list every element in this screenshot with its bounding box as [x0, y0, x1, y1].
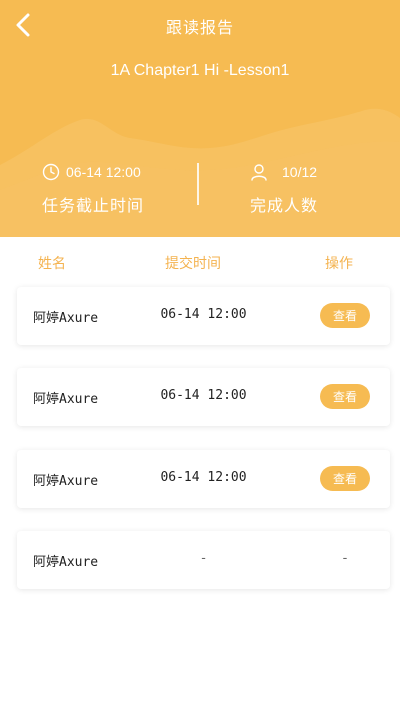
table-header: 姓名 提交时间 操作 [0, 253, 400, 275]
completion-value: 10/12 [282, 164, 318, 180]
completion-stat: 10/12 完成人数 [250, 160, 318, 216]
report-header: 跟读报告 1A Chapter1 Hi -Lesson1 06-14 12:00… [0, 0, 400, 237]
deadline-label: 任务截止时间 [42, 196, 145, 215]
column-header-name: 姓名 [38, 256, 66, 272]
table-row: 阿婷Axure - - [17, 531, 390, 589]
person-icon [251, 164, 267, 181]
column-header-time: 提交时间 [165, 256, 221, 272]
lesson-title: 1A Chapter1 Hi -Lesson1 [110, 62, 290, 79]
table-row: 阿婷Axure 06-14 12:00 查看 [17, 287, 390, 345]
deadline-stat: 06-14 12:00 任务截止时间 [42, 160, 144, 216]
view-button[interactable]: 查看 [320, 384, 370, 409]
table-row: 阿婷Axure 06-14 12:00 查看 [17, 368, 390, 426]
page-title: 跟读报告 [165, 18, 234, 37]
view-button[interactable]: 查看 [320, 466, 370, 491]
completion-label: 完成人数 [250, 196, 319, 215]
clock-icon [42, 163, 60, 181]
deadline-value: 06-14 12:00 [66, 164, 141, 180]
action-placeholder: - [342, 551, 348, 566]
column-header-action: 操作 [325, 256, 353, 272]
stats-divider [197, 163, 199, 205]
table-row: 阿婷Axure 06-14 12:00 查看 [17, 450, 390, 508]
view-button[interactable]: 查看 [320, 303, 370, 328]
